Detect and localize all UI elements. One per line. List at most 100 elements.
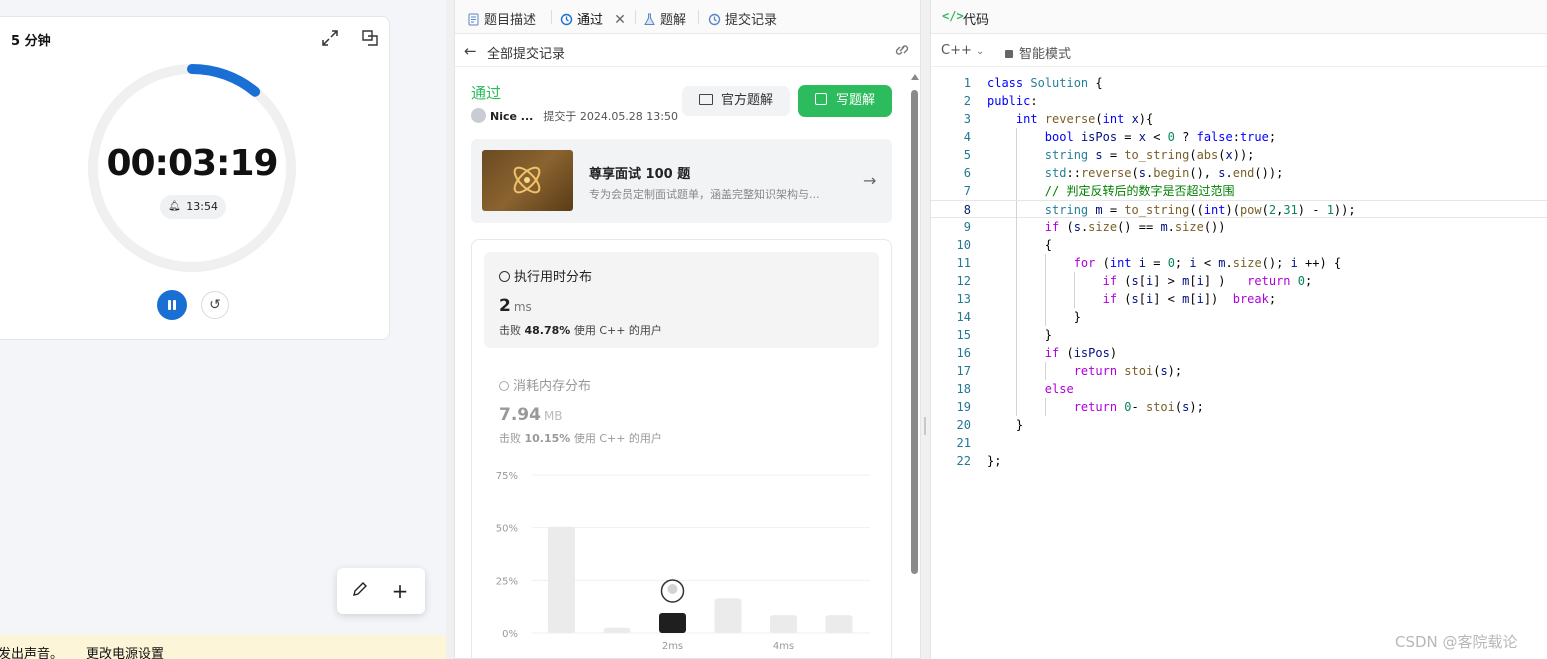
code-text: for (int i = 0; i < m.size(); i ++) { [1073,256,1342,270]
alarm-pill: 🔔︎ 13:54 [160,195,226,219]
smart-mode-toggle[interactable]: 智能模式 [1005,43,1071,62]
code-icon: </> [942,9,964,23]
alarm-time: 13:54 [186,200,218,213]
scroll-up-arrow[interactable] [911,74,919,80]
indent-guide [1044,254,1046,272]
x-tick-label: 2ms [662,641,683,652]
avatar[interactable] [471,108,486,123]
code-line[interactable]: 16 if (isPos) [931,344,1547,362]
atom-logo-image [482,150,573,211]
memory-value: 7.94 MB [499,405,563,425]
language-select[interactable]: C++ ⌄ [941,43,984,58]
memory-beat: 击败 10.15% 使用 C++ 的用户 [499,432,662,445]
code-line[interactable]: 13 if (s[i] < m[i]) break; [931,290,1547,308]
code-line[interactable]: 2 public: [931,92,1547,110]
official-solution-button[interactable]: 官方题解 [682,86,790,116]
line-number: 12 [956,274,971,288]
code-text: int reverse(int x){ [1015,112,1154,126]
runtime-distribution-chart: 75% 50% 25% 0% 2ms 4ms [496,471,870,652]
memory-title[interactable]: 消耗内存分布 [499,375,591,394]
code-header-title: 代码 [963,13,990,28]
code-text: if (s[i] > m[i] ) return 0; [1102,274,1313,288]
code-line[interactable]: 3 int reverse(int x){ [931,110,1547,128]
line-number: 14 [956,310,971,324]
code-line[interactable]: 17 return stoi(s); [931,362,1547,380]
share-link-icon[interactable] [893,42,911,58]
code-line[interactable]: 6 std::reverse(s.begin(), s.end()); [931,164,1547,182]
indent-guide [1015,128,1017,146]
submitted-time: 提交于 2024.05.28 13:50 [543,110,679,123]
code-line[interactable]: 9 if (s.size() == m.size()) [931,218,1547,236]
code-line[interactable]: 14 } [931,308,1547,326]
code-line[interactable]: 5 string s = to_string(abs(x)); [931,146,1547,164]
line-number: 5 [963,148,971,162]
drag-handle[interactable] [924,417,926,435]
pin-window-icon[interactable] [359,27,381,49]
chart-bar [548,526,575,633]
code-line[interactable]: 7 // 判定反转后的数字是否超过范围 [931,182,1547,200]
user-marker-head [667,583,678,594]
code-line[interactable]: 18 else [931,380,1547,398]
tab-accepted[interactable]: 通过 ✕ [560,9,626,28]
code-text: string s = to_string(abs(x)); [1044,148,1255,162]
line-number: 3 [963,112,971,126]
code-line[interactable]: 22}; [931,452,1547,470]
line-number: 11 [956,256,971,270]
splitter-left[interactable] [446,0,454,659]
code-line[interactable]: 11 for (int i = 0; i < m.size(); i ++) { [931,254,1547,272]
code-line[interactable]: 10 { [931,236,1547,254]
code-text: else [1044,382,1074,396]
arrow-right-icon[interactable]: → [863,171,876,190]
power-settings-link[interactable]: 更改电源设置 [86,643,164,659]
expand-icon[interactable] [319,27,341,49]
close-tab-icon[interactable]: ✕ [614,12,626,28]
all-submissions-link[interactable]: 全部提交记录 [487,43,565,62]
author-name[interactable]: Nice ... [490,110,533,123]
y-tick-label: 75% [496,471,518,482]
timer-app: 5 分钟 00:03:19 🔔︎ 13:54 ↺ + 发出声音。 更改电源设置 [0,0,446,659]
y-tick-label: 25% [496,576,518,587]
promo-card[interactable]: 尊享面试 100 题 专为会员定制面试题单，涵盖完整知识架构与... → [471,139,892,223]
code-line[interactable]: 8 string m = to_string((int)(pow(2,31) -… [931,200,1547,219]
tab-divider [635,10,636,24]
code-line[interactable]: 12 if (s[i] > m[i] ) return 0; [931,272,1547,290]
tab-bar: 题目描述 通过 ✕ 题解 提交记录 [455,0,920,34]
code-text: } [987,328,1053,342]
line-number: 19 [956,400,971,414]
code-line[interactable]: 4 bool isPos = x < 0 ? false:true; [931,128,1547,146]
code-line[interactable]: 20 } [931,416,1547,434]
back-arrow-icon[interactable]: ← [464,42,477,60]
indent-guide [1015,182,1017,200]
line-number: 21 [956,436,971,450]
description-icon [468,13,479,26]
scroll-thumb[interactable] [911,90,918,574]
timer-display: 00:03:19 [106,143,278,184]
code-text: }; [987,454,1002,468]
splitter-right[interactable] [921,0,930,659]
pause-button[interactable] [157,290,187,320]
code-line[interactable]: 1 class Solution { [931,74,1547,92]
bell-icon: 🔔︎ [168,201,181,212]
tab-description[interactable]: 题目描述 [467,9,536,28]
write-solution-button[interactable]: 写题解 [798,85,892,117]
edit-icon [814,93,827,105]
code-line[interactable]: 19 return 0- stoi(s); [931,398,1547,416]
code-editor[interactable]: 1 class Solution {2 public: 3 int reverse(i… [931,74,1547,494]
tab-submissions[interactable]: 提交记录 [708,9,777,28]
runtime-title: 执行用时分布 [499,266,592,285]
reset-button[interactable]: ↺ [201,291,229,319]
code-line[interactable]: 21 [931,434,1547,452]
indent-guide [1044,362,1046,380]
tab-solutions[interactable]: 题解 [643,9,686,28]
code-line[interactable]: 15 } [931,326,1547,344]
scrollbar[interactable] [910,74,919,654]
indent-guide [1015,272,1017,290]
line-number: 17 [956,364,971,378]
runtime-section[interactable]: 执行用时分布 2 ms 击败 48.78% 使用 C++ 的用户 [484,252,879,348]
history-icon [708,13,721,26]
indent-guide [1015,344,1017,362]
add-icon[interactable]: + [389,580,411,602]
runtime-beat: 击败 48.78% 使用 C++ 的用户 [499,324,662,337]
pencil-icon[interactable] [349,580,371,602]
line-number: 18 [956,382,971,396]
